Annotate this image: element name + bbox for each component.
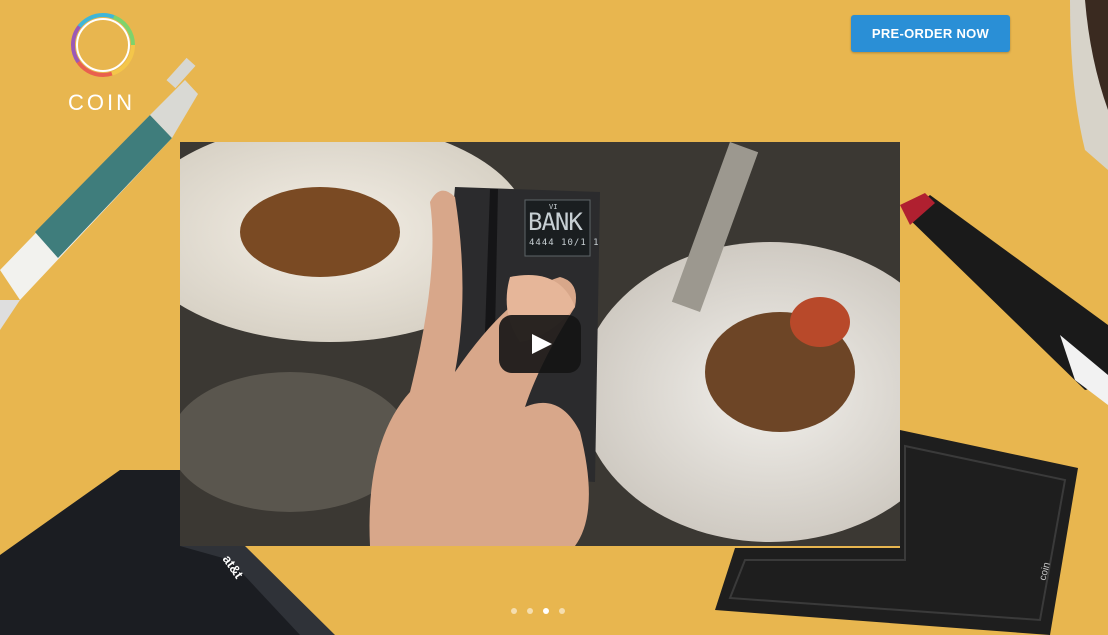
play-button[interactable] [499,315,581,373]
pre-order-button[interactable]: PRE-ORDER NOW [851,15,1010,52]
coin-logo[interactable]: COIN [68,12,144,116]
card-display-number: 4444 10/1 1 [529,238,600,248]
video-player[interactable]: VI BANK 4444 10/1 1 [180,142,900,546]
card-display-bank: BANK [528,208,583,236]
logo-wordmark: COIN [68,90,135,115]
carousel-dot-3[interactable] [543,608,549,614]
carousel-dots [511,608,565,616]
carousel-dot-1[interactable] [511,608,517,614]
card-display: VI BANK 4444 10/1 1 [525,200,599,256]
logo-ring-icon [71,13,135,77]
carousel-dot-4[interactable] [559,608,565,614]
play-icon [532,334,552,354]
carousel-dot-2[interactable] [527,608,533,614]
